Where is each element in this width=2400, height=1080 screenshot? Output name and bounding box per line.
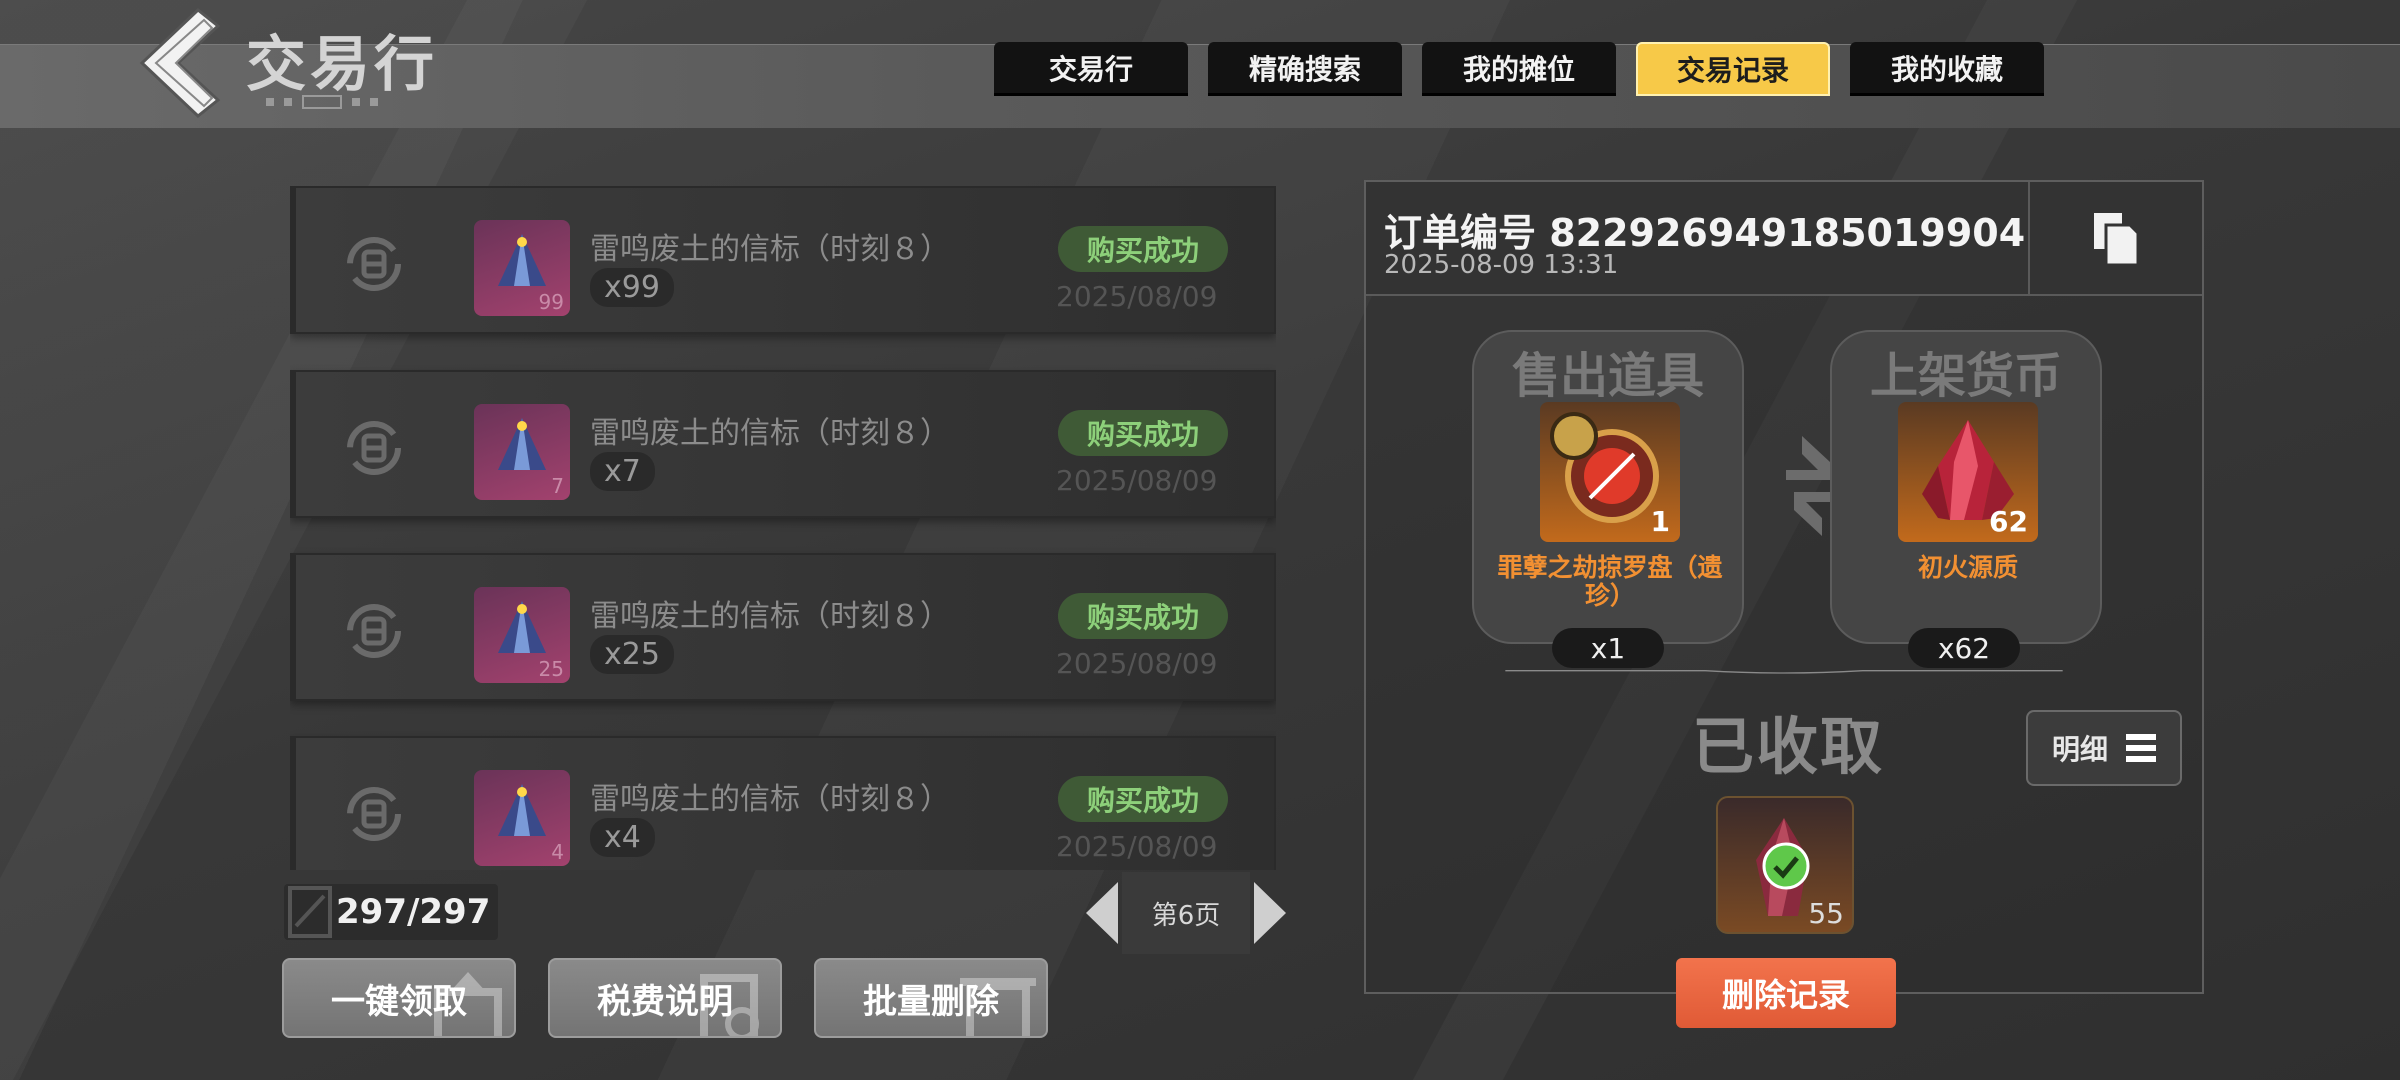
page-prev-button[interactable] bbox=[1082, 878, 1122, 948]
title-decoration bbox=[266, 94, 430, 110]
currency-name: 初火源质 bbox=[1917, 553, 2018, 582]
tab-my-stall[interactable]: 我的摊位 bbox=[1422, 42, 1616, 96]
order-detail-panel: 订单编号 822926949185019904 2025-08-09 13:31… bbox=[1364, 180, 2204, 1028]
sold-item-card: 售出道具 1 罪孽之劫掠罗盘（遗珍） bbox=[1472, 330, 1744, 644]
delete-record-button[interactable]: 删除记录 bbox=[1676, 958, 1896, 1028]
record-date: 2025/08/09 bbox=[1056, 464, 1218, 497]
check-icon bbox=[1762, 842, 1810, 890]
page-next-button[interactable] bbox=[1250, 878, 1290, 948]
item-name: 雷鸣废土的信标（时刻８） bbox=[590, 416, 950, 451]
tab-trade-records[interactable]: 交易记录 bbox=[1636, 42, 1830, 96]
claim-all-button[interactable]: 一键领取 bbox=[282, 958, 516, 1038]
record-date: 2025/08/09 bbox=[1056, 830, 1218, 863]
listed-currency-card: 上架货币 62 初火源质 bbox=[1830, 330, 2102, 644]
copy-button[interactable] bbox=[2028, 182, 2202, 296]
status-badge: 购买成功 bbox=[1058, 593, 1228, 639]
item-count: x99 bbox=[590, 268, 674, 307]
record-row[interactable]: 4 雷鸣废土的信标（时刻８） x4 购买成功 2025/08/09 bbox=[290, 736, 1276, 870]
item-thumbnail: 25 bbox=[474, 587, 570, 683]
refresh-icon bbox=[347, 237, 401, 291]
received-item-thumbnail[interactable]: 55 bbox=[1716, 796, 1854, 934]
item-count: x7 bbox=[590, 452, 655, 491]
record-row[interactable]: 25 雷鸣废土的信标（时刻８） x25 购买成功 2025/08/09 bbox=[290, 553, 1276, 701]
item-name: 雷鸣废土的信标（时刻８） bbox=[590, 782, 950, 817]
order-number: 订单编号 822926949185019904 bbox=[1384, 211, 2026, 255]
batch-delete-button[interactable]: 批量删除 bbox=[814, 958, 1048, 1038]
item-count: x25 bbox=[590, 635, 674, 674]
sold-item-title: 售出道具 bbox=[1511, 348, 1704, 404]
chevron-left-icon bbox=[139, 8, 221, 118]
listed-currency-title: 上架货币 bbox=[1869, 348, 2062, 404]
detail-button[interactable]: 明细 bbox=[2026, 710, 2182, 786]
sold-item-thumbnail[interactable]: 1 bbox=[1540, 402, 1680, 542]
refresh-icon bbox=[347, 787, 401, 841]
currency-thumbnail[interactable]: 62 bbox=[1898, 402, 2038, 542]
sold-item-name: 罪孽之劫掠罗盘（遗珍） bbox=[1497, 553, 1723, 610]
record-counter: 297/297 bbox=[284, 884, 498, 940]
divider bbox=[1505, 670, 2063, 674]
tab-precise-search[interactable]: 精确搜索 bbox=[1208, 42, 1402, 96]
status-badge: 购买成功 bbox=[1058, 776, 1228, 822]
menu-icon bbox=[2126, 734, 2156, 762]
record-list[interactable]: 99 雷鸣废土的信标（时刻８） x99 购买成功 2025/08/09 7 雷鸣… bbox=[290, 186, 1276, 870]
record-date: 2025/08/09 bbox=[1056, 280, 1218, 313]
copy-icon bbox=[2094, 213, 2140, 267]
item-thumbnail: 99 bbox=[474, 220, 570, 316]
item-name: 雷鸣废土的信标（时刻８） bbox=[590, 232, 950, 267]
item-thumbnail: 7 bbox=[474, 404, 570, 500]
sold-item-count: x1 bbox=[1552, 628, 1664, 668]
status-badge: 购买成功 bbox=[1058, 410, 1228, 456]
item-name: 雷鸣废土的信标（时刻８） bbox=[590, 599, 950, 634]
status-badge: 购买成功 bbox=[1058, 226, 1228, 272]
order-time: 2025-08-09 13:31 bbox=[1384, 250, 1619, 280]
page-title: 交易行 bbox=[246, 30, 438, 100]
item-thumbnail: 4 bbox=[474, 770, 570, 866]
page-indicator: 第6页 bbox=[1122, 872, 1250, 954]
tax-info-button[interactable]: 税费说明 bbox=[548, 958, 782, 1038]
tab-bar: 交易行 精确搜索 我的摊位 交易记录 我的收藏 bbox=[994, 42, 2044, 96]
collected-status: 已收取 bbox=[1692, 710, 1885, 783]
currency-count: x62 bbox=[1908, 628, 2020, 668]
refresh-icon bbox=[347, 604, 401, 658]
record-row[interactable]: 99 雷鸣废土的信标（时刻８） x99 购买成功 2025/08/09 bbox=[290, 186, 1276, 334]
notebook-icon bbox=[288, 886, 332, 938]
tab-my-favorites[interactable]: 我的收藏 bbox=[1850, 42, 2044, 96]
record-date: 2025/08/09 bbox=[1056, 647, 1218, 680]
record-row[interactable]: 7 雷鸣废土的信标（时刻８） x7 购买成功 2025/08/09 bbox=[290, 370, 1276, 518]
item-count: x4 bbox=[590, 818, 655, 857]
tab-trading-house[interactable]: 交易行 bbox=[994, 42, 1188, 96]
refresh-icon bbox=[347, 421, 401, 475]
back-button[interactable] bbox=[138, 4, 222, 122]
order-header: 订单编号 822926949185019904 2025-08-09 13:31 bbox=[1366, 182, 2202, 296]
